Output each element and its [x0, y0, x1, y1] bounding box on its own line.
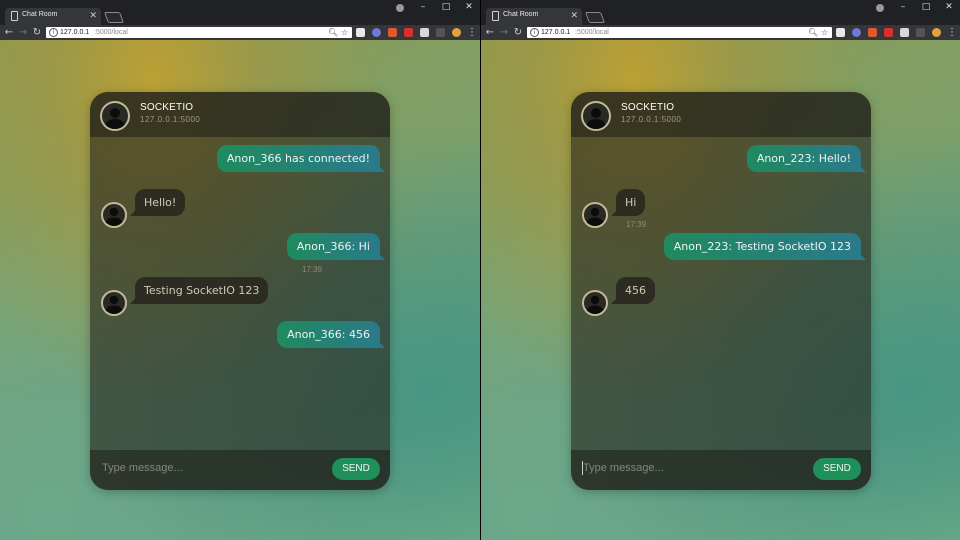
extension-icon[interactable] [836, 28, 845, 37]
chat-card: SOCKETIO 127.0.0.1:5000 Anon_223: Hello!… [571, 92, 871, 490]
message-incoming: Hi [610, 189, 646, 216]
url-host: 127.0.0.1 [60, 29, 90, 36]
extension-icon[interactable] [852, 28, 861, 37]
url-path: :5000/local [575, 29, 609, 36]
message-composer: SEND [90, 450, 390, 490]
title-bar: Chat Room ✕ – □ ✕ [481, 0, 960, 25]
message-outgoing: Anon_223: Testing SocketIO 123 [663, 233, 867, 260]
message-outgoing: Anon_366: Hi [286, 233, 386, 260]
reload-button[interactable]: ↻ [31, 26, 43, 39]
bookmark-star-icon[interactable]: ☆ [341, 27, 348, 38]
extension-icon[interactable] [356, 28, 365, 37]
message-incoming: Hello! [129, 189, 186, 216]
profile-icon[interactable] [876, 4, 884, 12]
extension-icon[interactable] [916, 28, 925, 37]
chat-header: SOCKETIO 127.0.0.1:5000 [571, 92, 871, 137]
message-time: 17:39 [626, 220, 647, 229]
minimize-button[interactable]: – [892, 0, 914, 14]
back-button[interactable]: ← [484, 26, 496, 39]
minimize-button[interactable]: – [412, 0, 434, 14]
send-button[interactable]: SEND [813, 458, 861, 480]
room-avatar [581, 101, 611, 131]
extension-icon[interactable] [436, 28, 445, 37]
maximize-button[interactable]: □ [915, 0, 937, 14]
address-bar[interactable]: i 127.0.0.1 :5000/local 🔍︎ ☆ [527, 27, 832, 38]
room-name: SOCKETIO [140, 102, 194, 113]
sender-avatar [101, 202, 127, 228]
page-icon [492, 11, 499, 21]
zoom-icon[interactable]: 🔍︎ [808, 27, 818, 38]
room-host: 127.0.0.1:5000 [140, 115, 201, 124]
chat-header: SOCKETIO 127.0.0.1:5000 [90, 92, 390, 137]
sender-avatar [582, 202, 608, 228]
message-input[interactable] [581, 457, 795, 479]
extension-icon[interactable] [388, 28, 397, 37]
message-time: 17:39 [302, 265, 323, 274]
tab-title: Chat Room [503, 11, 539, 18]
forward-button[interactable]: → [17, 26, 29, 39]
close-window-button[interactable]: ✕ [458, 0, 480, 14]
address-bar[interactable]: i 127.0.0.1 :5000/local 🔍︎ ☆ [46, 27, 352, 38]
room-host: 127.0.0.1:5000 [621, 115, 682, 124]
extension-icon[interactable] [404, 28, 413, 37]
extension-icon[interactable] [932, 28, 941, 37]
extension-icon[interactable] [900, 28, 909, 37]
info-icon[interactable]: i [530, 28, 539, 37]
forward-button[interactable]: → [498, 26, 510, 39]
reload-button[interactable]: ↻ [512, 26, 524, 39]
browser-window-left: Chat Room ✕ – □ ✕ ← → ↻ i 127.0.0.1 :500… [0, 0, 480, 540]
extension-icon[interactable] [868, 28, 877, 37]
close-tab-icon[interactable]: ✕ [89, 10, 97, 22]
extension-icon[interactable] [372, 28, 381, 37]
message-outgoing: Anon_366: 456 [277, 321, 385, 348]
info-icon[interactable]: i [49, 28, 58, 37]
extension-icon[interactable] [420, 28, 429, 37]
profile-icon[interactable] [396, 4, 404, 12]
menu-icon[interactable]: ⋮ [466, 26, 478, 39]
menu-icon[interactable]: ⋮ [946, 26, 958, 39]
bookmark-star-icon[interactable]: ☆ [821, 27, 828, 38]
message-incoming: Testing SocketIO 123 [129, 277, 269, 304]
browser-toolbar: ← → ↻ i 127.0.0.1 :5000/local 🔍︎ ☆ ⋮ [481, 25, 960, 40]
message-list: Anon_223: Hello! Hi 17:39 Anon_223: Test… [571, 137, 871, 450]
new-tab-button[interactable] [584, 12, 606, 23]
page-viewport: SOCKETIO 127.0.0.1:5000 Anon_223: Hello!… [481, 40, 960, 540]
title-bar: Chat Room ✕ – □ ✕ [0, 0, 480, 25]
page-viewport: SOCKETIO 127.0.0.1:5000 Anon_366 has con… [0, 40, 480, 540]
message-outgoing: Anon_223: Hello! [746, 145, 867, 172]
extension-icon[interactable] [884, 28, 893, 37]
close-window-button[interactable]: ✕ [938, 0, 960, 14]
url-host: 127.0.0.1 [541, 29, 571, 36]
zoom-icon[interactable]: 🔍︎ [328, 27, 338, 38]
maximize-button[interactable]: □ [435, 0, 457, 14]
message-composer: SEND [571, 450, 871, 490]
sender-avatar [101, 290, 127, 316]
new-tab-button[interactable] [103, 12, 125, 23]
back-button[interactable]: ← [3, 26, 15, 39]
message-input[interactable] [100, 457, 314, 479]
tab-title: Chat Room [22, 11, 58, 18]
message-list: Anon_366 has connected! Hello! Anon_366:… [90, 137, 390, 450]
browser-toolbar: ← → ↻ i 127.0.0.1 :5000/local 🔍︎ ☆ ⋮ [0, 25, 480, 40]
room-avatar [100, 101, 130, 131]
url-path: :5000/local [94, 29, 128, 36]
send-button[interactable]: SEND [332, 458, 380, 480]
sender-avatar [582, 290, 608, 316]
room-name: SOCKETIO [621, 102, 675, 113]
browser-window-right: Chat Room ✕ – □ ✕ ← → ↻ i 127.0.0.1 :500… [481, 0, 960, 540]
chat-card: SOCKETIO 127.0.0.1:5000 Anon_366 has con… [90, 92, 390, 490]
close-tab-icon[interactable]: ✕ [570, 10, 578, 22]
page-icon [11, 11, 18, 21]
extension-icon[interactable] [452, 28, 461, 37]
browser-tab[interactable]: Chat Room ✕ [5, 8, 101, 25]
browser-tab[interactable]: Chat Room ✕ [486, 8, 582, 25]
message-outgoing: Anon_366 has connected! [216, 145, 386, 172]
message-incoming: 456 [611, 277, 655, 304]
